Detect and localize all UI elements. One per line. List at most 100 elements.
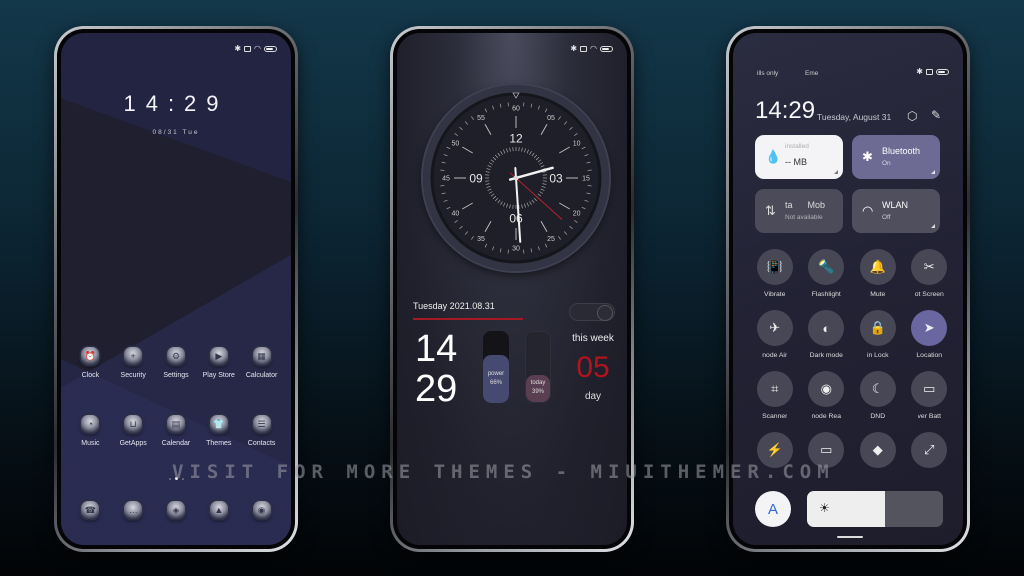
home-indicator[interactable] xyxy=(837,536,863,538)
quick-toggle-battery-saver[interactable]: ▭ ver Batt xyxy=(904,371,956,420)
quick-toggle-lightning[interactable]: ⚡ xyxy=(749,432,801,474)
quick-toggle-airplane[interactable]: ✈ node Air xyxy=(749,310,801,359)
screenshot-icon[interactable]: ✂ xyxy=(911,249,948,285)
minute-label: 55 xyxy=(477,115,485,122)
app-label: Settings xyxy=(163,372,189,379)
wlan-tile[interactable]: ◠ WLAN Off xyxy=(852,189,940,233)
brightness-slider[interactable]: ☀ xyxy=(807,491,943,527)
settings-gear-icon[interactable]: ⬡ xyxy=(907,109,917,123)
clock-center-pin xyxy=(513,175,519,181)
edit-icon[interactable]: ✎ xyxy=(931,108,941,122)
quick-toggle-eye[interactable]: ◉ node Rea xyxy=(801,371,853,420)
app-tag[interactable]: ◈ xyxy=(155,501,198,519)
quick-toggle-quick-share[interactable]: ◆ xyxy=(852,432,904,474)
quick-toggle-moon[interactable]: ☾ DND xyxy=(852,371,904,420)
data-tile-title: -- MB xyxy=(785,157,807,167)
app-calendar[interactable]: ▤ Calendar xyxy=(155,415,198,447)
app-getapps[interactable]: ⊔ GetApps xyxy=(112,415,155,447)
app-clock[interactable]: ⏰ Clock xyxy=(69,347,112,379)
quick-toggle-expand[interactable]: ⤢ xyxy=(904,432,956,474)
app-themes[interactable]: 👕 Themes xyxy=(197,415,240,447)
quick-toggle-vibrate[interactable]: 📳 Vibrate xyxy=(749,249,801,298)
minute-label: 10 xyxy=(573,141,581,148)
app-label: Themes xyxy=(206,440,232,447)
scanner-icon[interactable]: ⌗ xyxy=(756,371,793,407)
hour-label: 09 xyxy=(469,172,483,186)
power-label: power xyxy=(487,371,505,378)
quick-toggle-screenshot[interactable]: ✂ ot Screen xyxy=(904,249,956,298)
eye-icon[interactable]: ◉ xyxy=(808,371,845,407)
carrier-text-left: ills only xyxy=(757,70,779,77)
page-dot[interactable] xyxy=(175,477,178,480)
bluetooth-icon: ✱ xyxy=(570,44,578,53)
quick-share-icon[interactable]: ◆ xyxy=(859,432,896,468)
day-label: day xyxy=(584,391,602,402)
quick-toggle-label: Scanner xyxy=(762,413,788,420)
gear-icon: ⚙ xyxy=(166,347,185,365)
app-calculator[interactable]: ▦ Calculator xyxy=(240,347,283,379)
app-label: Play Store xyxy=(202,372,235,379)
hour-label: 03 xyxy=(549,172,563,186)
bluetooth-tile[interactable]: ✱ Bluetooth On xyxy=(852,135,940,179)
hour-label: 06 xyxy=(509,212,523,226)
wlan-tile-status: Off xyxy=(882,214,891,221)
bell-icon[interactable]: 🔔 xyxy=(859,249,896,285)
quick-toggle-bell[interactable]: 🔔 Mute xyxy=(852,249,904,298)
quick-toggle-lock[interactable]: 🔒 in Lock xyxy=(852,310,904,359)
quick-toggle-label: ot Screen xyxy=(914,291,944,298)
lightning-icon[interactable]: ⚡ xyxy=(756,432,793,468)
home-screen: ✱ ◠ 14:29 08/31 Tue ⏰ Clock + Security ⚙ Sett… xyxy=(61,33,291,545)
mobile-data-tile[interactable]: ⇅ ta Mob Not available xyxy=(755,189,843,233)
clock-widget-date: 08/31 Tue xyxy=(152,129,200,136)
data-usage-tile[interactable]: 💧 installed -- MB xyxy=(755,135,843,179)
page-dot[interactable] xyxy=(182,477,184,480)
wifi-icon: ◠ xyxy=(254,44,261,53)
app-phone[interactable]: ☎ xyxy=(69,501,112,519)
battery-saver-icon[interactable]: ▭ xyxy=(911,371,948,407)
minute-label: 20 xyxy=(573,211,581,218)
control-center-screen: ills only Eme ✱ 14:29 Tuesday, August 31… xyxy=(733,33,963,545)
dark-mode-icon[interactable]: ◐ xyxy=(808,310,845,346)
airplane-icon[interactable]: ✈ xyxy=(756,310,793,346)
app-grid-row-1: ⏰ Clock + Security ⚙ Settings ▶ Play Store ▦ Calc… xyxy=(69,347,283,379)
quick-toggle-label: Location xyxy=(916,352,943,359)
quick-toggle-flashlight[interactable]: 🔦 Flashlight xyxy=(801,249,853,298)
minute-label: 35 xyxy=(477,236,485,243)
status-bar: ✱ ◠ xyxy=(570,44,613,53)
app-settings[interactable]: ⚙ Settings xyxy=(155,347,198,379)
lock-icon[interactable]: 🔒 xyxy=(859,310,896,346)
bluetooth-icon: ✱ xyxy=(234,44,242,53)
analog-clock-widget[interactable]: 60 05 10 15 20 25 30 35 40 45 50 55 12 03 06 09 xyxy=(423,85,609,271)
cc-date: Tuesday, August 31 xyxy=(817,112,892,122)
flashlight-icon[interactable]: 🔦 xyxy=(808,249,845,285)
app-camera[interactable]: ◉ xyxy=(240,501,283,519)
power-value: 66% xyxy=(489,380,502,387)
today-value: 39% xyxy=(531,389,544,396)
location-arrow-icon[interactable]: ➤ xyxy=(911,310,948,346)
app-security[interactable]: + Security xyxy=(112,347,155,379)
app-play-store[interactable]: ▶ Play Store xyxy=(197,347,240,379)
page-indicator[interactable] xyxy=(169,477,184,480)
quick-toggle-dark-mode[interactable]: ◐ Dark mode xyxy=(801,310,853,359)
app-music[interactable]: ◔ Music xyxy=(69,415,112,447)
quick-toggle-label: node Air xyxy=(762,352,788,359)
quick-toggle-location-arrow[interactable]: ➤ Location xyxy=(904,310,956,359)
app-message[interactable]: … xyxy=(112,501,155,519)
cast-screen-icon[interactable]: ▭ xyxy=(808,432,845,468)
app-contacts[interactable]: ☰ Contacts xyxy=(240,415,283,447)
minute-label: 25 xyxy=(547,236,555,243)
minute-label: 30 xyxy=(512,246,520,253)
quick-toggle-cast-screen[interactable]: ▭ xyxy=(801,432,853,474)
tile-corner-indicator xyxy=(931,170,935,174)
auto-brightness-button[interactable]: A xyxy=(755,491,791,527)
moon-icon[interactable]: ☾ xyxy=(859,371,896,407)
vibrate-icon[interactable]: 📳 xyxy=(756,249,793,285)
water-drop-icon: 💧 xyxy=(765,149,782,164)
power-meter: power 66% xyxy=(483,331,509,403)
widget-toggle-switch[interactable] xyxy=(569,303,615,321)
cc-time: 14:29 xyxy=(755,97,816,124)
page-dot[interactable] xyxy=(169,477,171,480)
quick-toggle-scanner[interactable]: ⌗ Scanner xyxy=(749,371,801,420)
expand-icon[interactable]: ⤢ xyxy=(911,432,948,468)
app-gallery[interactable]: ▲ xyxy=(197,501,240,519)
